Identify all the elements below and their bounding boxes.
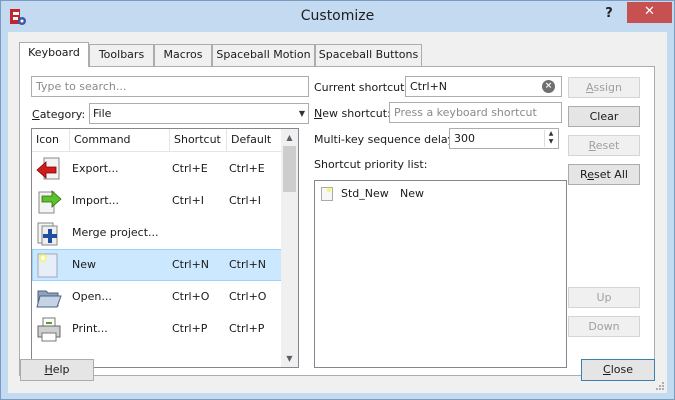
scroll-down-arrow-icon[interactable]: ▼	[281, 350, 298, 367]
default-cell: Ctrl+I	[229, 194, 262, 207]
clear-button[interactable]: Clear	[568, 106, 640, 127]
category-select[interactable]: File ▼	[89, 103, 309, 124]
tab-toolbars[interactable]: Toolbars	[89, 44, 154, 66]
column-header-command[interactable]: Command	[70, 129, 170, 152]
list-item[interactable]: Export... Ctrl+E Ctrl+E	[32, 153, 290, 185]
move-down-button[interactable]: Down	[568, 316, 640, 337]
priority-list[interactable]: Std_New New	[314, 180, 567, 368]
export-icon	[36, 157, 60, 180]
reset-all-button[interactable]: Reset All	[568, 164, 640, 185]
list-item[interactable]: Print... Ctrl+P Ctrl+P	[32, 313, 290, 345]
help-button[interactable]: Help	[20, 359, 94, 381]
customize-dialog: Customize ? ✕ Keyboard Toolbars Macros S…	[0, 0, 675, 400]
column-header-shortcut[interactable]: Shortcut	[170, 129, 227, 152]
list-item[interactable]: Open... Ctrl+O Ctrl+O	[32, 281, 290, 313]
delay-label: Multi-key sequence delay:	[314, 133, 458, 146]
command-list[interactable]: Icon Command Shortcut Default Export... …	[31, 128, 299, 368]
list-header: Icon Command Shortcut Default	[32, 129, 290, 152]
window-close-button[interactable]: ✕	[627, 2, 672, 23]
list-item[interactable]: Merge project...	[32, 217, 290, 249]
shortcut-cell: Ctrl+I	[172, 194, 205, 207]
category-value: File	[93, 107, 112, 120]
window-title: Customize	[300, 8, 375, 24]
search-input[interactable]: Type to search...	[31, 76, 309, 97]
delay-value: 300	[454, 132, 475, 145]
shortcut-cell: Ctrl+P	[172, 322, 208, 335]
current-shortcut-value: Ctrl+N	[410, 80, 448, 93]
command-cell: New	[72, 258, 96, 271]
title-bar[interactable]: Customize ? ✕	[1, 1, 674, 32]
open-folder-icon	[36, 290, 62, 308]
command-cell: Open...	[72, 290, 112, 303]
tab-spaceball-motion[interactable]: Spaceball Motion	[212, 44, 315, 66]
scroll-up-arrow-icon[interactable]: ▲	[281, 129, 298, 146]
column-header-icon[interactable]: Icon	[32, 129, 70, 152]
dialog-client-area: Keyboard Toolbars Macros Spaceball Motio…	[8, 32, 667, 393]
scroll-thumb[interactable]	[283, 146, 296, 192]
priority-item-name: Std_New	[341, 187, 389, 200]
import-icon	[38, 190, 62, 214]
shortcut-cell: Ctrl+N	[172, 258, 210, 271]
merge-project-icon	[37, 222, 58, 246]
category-label: Category:	[32, 108, 86, 121]
default-cell: Ctrl+E	[229, 162, 265, 175]
delay-spinbox[interactable]: 300 ▲ ▼	[449, 128, 559, 149]
list-item-selected[interactable]: New Ctrl+N Ctrl+N	[32, 249, 290, 281]
chevron-down-icon: ▼	[298, 109, 305, 118]
default-cell: Ctrl+N	[229, 258, 267, 271]
command-cell: Merge project...	[72, 226, 159, 239]
command-cell: Export...	[72, 162, 119, 175]
current-shortcut-label: Current shortcut:	[314, 81, 409, 94]
spin-up-down-icon[interactable]: ▲ ▼	[544, 130, 557, 147]
current-shortcut-field[interactable]: Ctrl+N ×	[405, 76, 562, 97]
default-cell: Ctrl+O	[229, 290, 267, 303]
list-item[interactable]: Import... Ctrl+I Ctrl+I	[32, 185, 290, 217]
resize-grip-icon[interactable]	[655, 381, 665, 391]
command-cell: Import...	[72, 194, 119, 207]
new-document-icon	[37, 253, 58, 278]
shortcut-cell: Ctrl+E	[172, 162, 208, 175]
priority-list-label: Shortcut priority list:	[314, 158, 428, 171]
close-button[interactable]: Close	[581, 359, 655, 381]
default-cell: Ctrl+P	[229, 322, 265, 335]
clear-field-icon[interactable]: ×	[542, 80, 555, 93]
list-scrollbar[interactable]: ▲ ▼	[281, 129, 298, 367]
print-icon	[37, 317, 61, 342]
priority-item-text: New	[400, 187, 424, 200]
tab-spaceball-buttons[interactable]: Spaceball Buttons	[315, 44, 422, 66]
new-shortcut-label: New shortcut:	[314, 107, 391, 120]
move-up-button[interactable]: Up	[568, 287, 640, 308]
new-shortcut-input[interactable]: Press a keyboard shortcut	[389, 102, 562, 123]
new-document-icon	[321, 187, 333, 201]
reset-button[interactable]: Reset	[568, 135, 640, 156]
tab-macros[interactable]: Macros	[154, 44, 212, 66]
assign-button[interactable]: Assign	[568, 77, 640, 98]
tab-keyboard[interactable]: Keyboard	[19, 42, 89, 67]
shortcut-cell: Ctrl+O	[172, 290, 210, 303]
context-help-button[interactable]: ?	[601, 6, 617, 24]
command-cell: Print...	[72, 322, 108, 335]
